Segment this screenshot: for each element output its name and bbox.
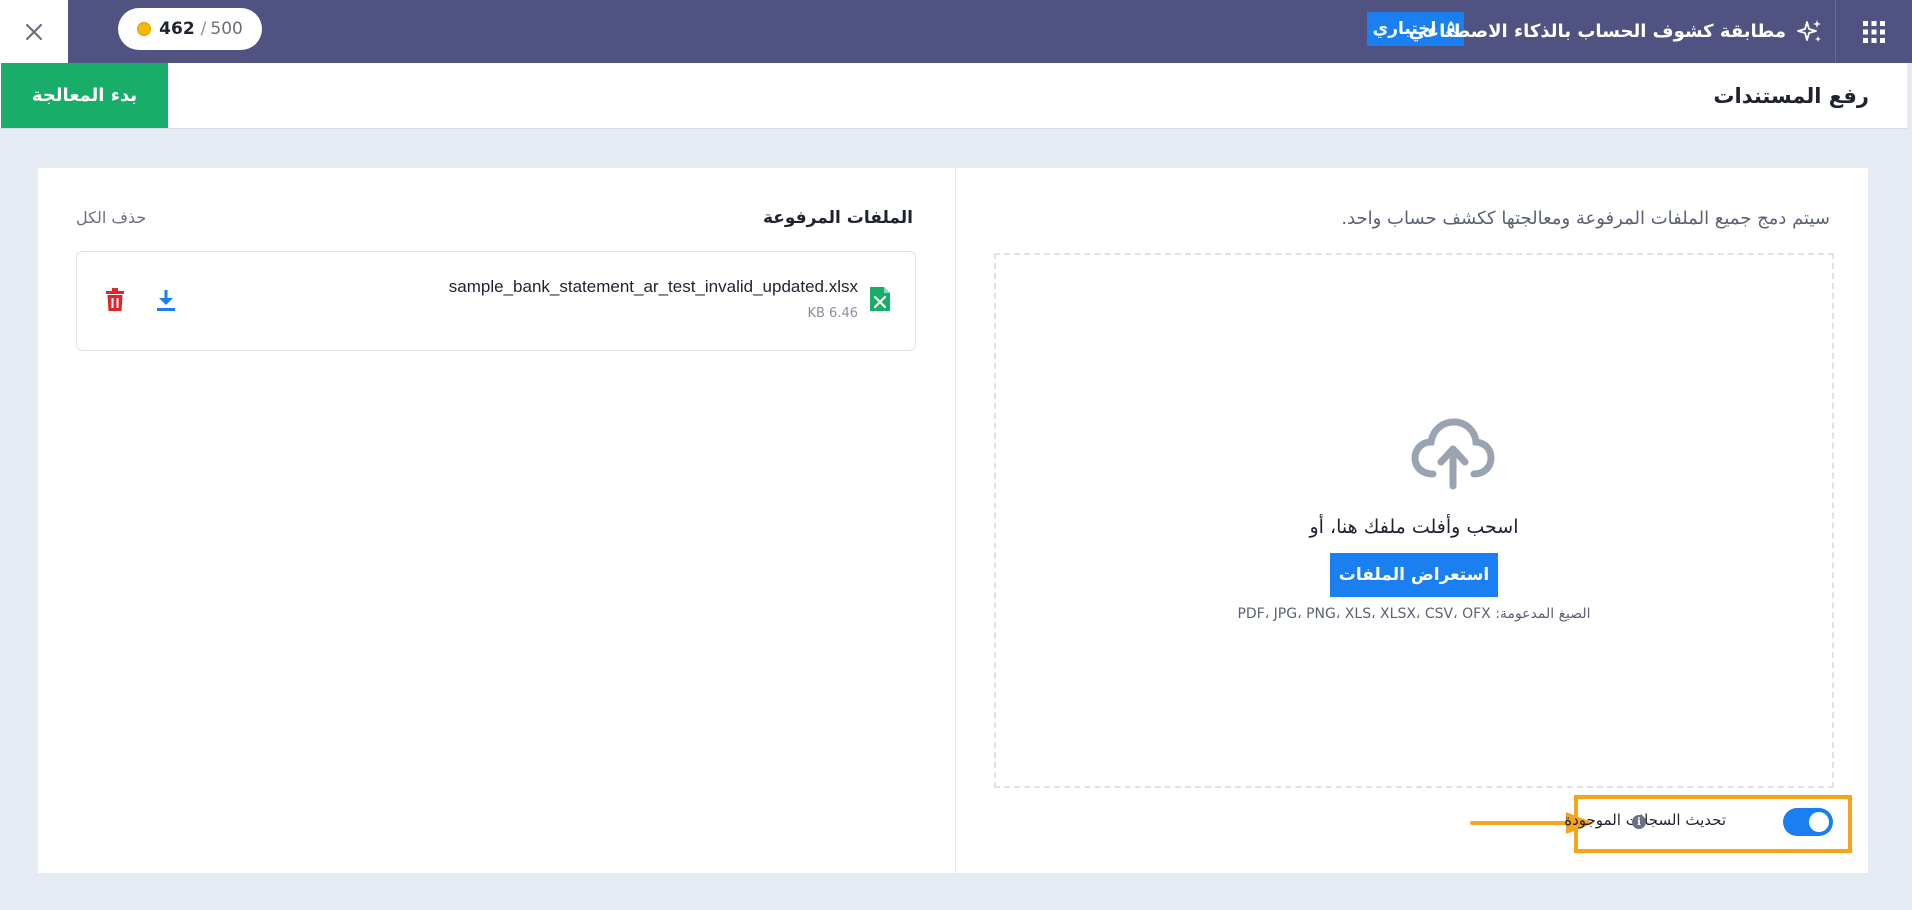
start-processing-button[interactable]: بدء المعالجة: [1, 63, 168, 128]
credits-separator: /: [200, 19, 207, 39]
delete-all-link[interactable]: حذف الكل: [76, 208, 146, 227]
panel-divider: [955, 168, 956, 873]
file-size: 6.46 KB: [807, 306, 858, 321]
main-card: الملفات المرفوعة حذف الكل sample_bank_st…: [38, 168, 1868, 873]
toggle-knob: [1809, 812, 1829, 832]
uploaded-files-heading: الملفات المرفوعة: [762, 208, 913, 228]
close-icon: [25, 23, 43, 40]
info-icon[interactable]: i: [1632, 815, 1646, 829]
page-header: بدء المعالجة رفع المستندات: [0, 63, 1907, 129]
close-button[interactable]: [0, 0, 68, 63]
file-name: sample_bank_statement_ar_test_invalid_up…: [448, 277, 858, 296]
formats-list: PDF، JPG، PNG، XLS، XLSX، CSV، OFX: [1237, 606, 1491, 622]
coin-icon: [137, 22, 152, 36]
xlsx-file-icon: [869, 286, 891, 316]
apps-grid-icon: [1863, 20, 1885, 43]
browse-files-button[interactable]: استعراض الملفات: [1330, 553, 1498, 597]
supported-formats: الصيغ المدعومة: PDF، JPG، PNG، XLS، XLSX…: [994, 606, 1834, 622]
app-title: مطابقة كشوف الحساب بالذكاء الاصطناعي: [1409, 0, 1824, 63]
drag-drop-text: اسحب وأفلت ملفك هنا، أو: [1309, 516, 1519, 538]
credits-total: 500: [210, 19, 243, 39]
download-icon[interactable]: [155, 288, 177, 316]
merge-notice: سيتم دمج جميع الملفات المرفوعة ومعالجتها…: [1341, 208, 1830, 229]
cloud-upload-icon: [1411, 416, 1495, 494]
apps-menu-button[interactable]: [1835, 0, 1912, 63]
delete-file-icon[interactable]: [105, 288, 125, 316]
page-title: رفع المستندات: [1713, 83, 1869, 108]
update-existing-records-toggle[interactable]: [1783, 808, 1833, 836]
top-bar: 462 / 500 اختباري مطابقة كشوف الحساب بال…: [0, 0, 1912, 63]
credits-used: 462: [159, 19, 195, 39]
file-item: sample_bank_statement_ar_test_invalid_up…: [76, 251, 916, 351]
credits-counter[interactable]: 462 / 500: [118, 8, 262, 50]
sparkle-icon: [1796, 18, 1824, 46]
app-title-text: مطابقة كشوف الحساب بالذكاء الاصطناعي: [1408, 21, 1786, 42]
formats-label: الصيغ المدعومة:: [1495, 606, 1591, 622]
